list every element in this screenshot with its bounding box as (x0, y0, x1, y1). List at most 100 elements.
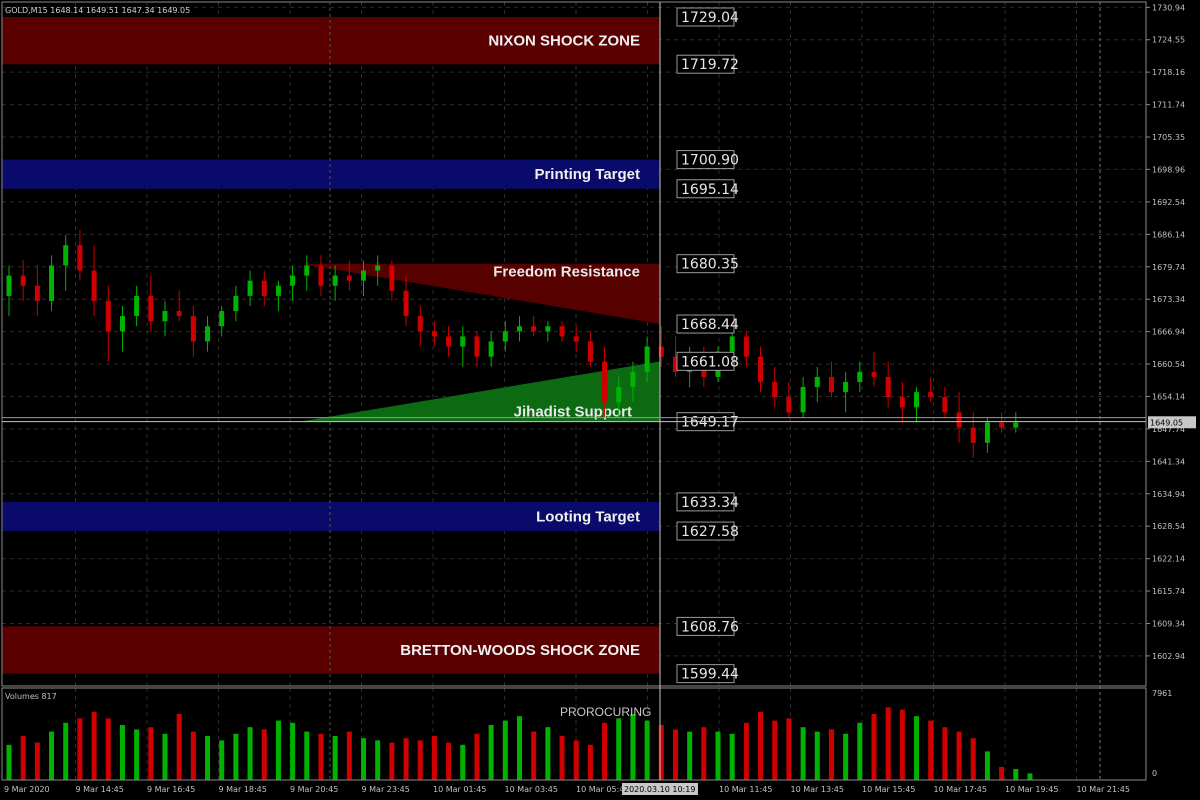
volume-bar (346, 731, 352, 780)
volume-bar (176, 714, 182, 780)
price-tick-label: 1615.74 (1152, 587, 1185, 596)
price-tick-label: 1654.14 (1152, 392, 1185, 401)
volume-bar (49, 731, 55, 780)
volume-bar (800, 727, 806, 780)
candle-body (6, 275, 12, 296)
candle-body (389, 265, 395, 291)
zone-label: Printing Target (534, 166, 640, 183)
symbol-info: GOLD,M15 1648.14 1649.51 1647.34 1649.05 (5, 6, 190, 15)
candle-body (1013, 422, 1019, 428)
candle-body (20, 275, 26, 286)
candle-body (729, 336, 735, 352)
volume-bar (460, 744, 466, 780)
volume-axis-min: 0 (1152, 769, 1157, 778)
volume-bar (545, 727, 551, 780)
volume-bar (1027, 773, 1033, 780)
volume-bar (205, 736, 211, 780)
price-tick-label: 1602.94 (1152, 652, 1185, 661)
price-level-label: 1633.34 (681, 495, 739, 511)
price-level-label: 1729.04 (681, 10, 739, 26)
candle-body (984, 422, 990, 443)
time-axis-label: 10 Mar 01:45 (433, 785, 486, 794)
price-tick-label: 1730.94 (1152, 3, 1185, 12)
candle-body (914, 392, 920, 408)
volume-bar (304, 731, 310, 780)
price-level-label: 1719.72 (681, 57, 739, 73)
candle-body (119, 316, 125, 332)
candle-body (304, 265, 310, 276)
time-axis-label: 9 Mar 20:45 (290, 785, 338, 794)
price-tick-label: 1673.34 (1152, 295, 1185, 304)
time-axis-label: 10 Mar 03:45 (505, 785, 558, 794)
price-tick-label: 1692.54 (1152, 198, 1185, 207)
candle-body (602, 361, 608, 403)
volume-bar (375, 740, 381, 780)
volume-bar (91, 711, 97, 780)
volume-bar (616, 718, 622, 780)
candle-body (361, 270, 366, 281)
candle-body (148, 295, 154, 322)
candle-body (956, 412, 962, 428)
volume-bar (63, 722, 69, 780)
zone-label: NIXON SHOCK ZONE (488, 33, 640, 50)
candle-body (247, 280, 253, 296)
volume-bar (389, 742, 395, 780)
price-tick-label: 1628.54 (1152, 522, 1185, 531)
candle-body (644, 346, 650, 372)
candle-body (502, 331, 508, 342)
volume-bar (956, 731, 962, 780)
candle-body (332, 275, 338, 286)
candle-body (786, 397, 792, 413)
volume-bar (105, 718, 111, 780)
price-level-label: 1695.14 (681, 182, 739, 198)
zone-label: Looting Target (536, 508, 640, 525)
price-level-label: 1661.08 (681, 354, 739, 370)
price-tick-label: 1711.74 (1152, 101, 1185, 110)
price-tick-label: 1641.34 (1152, 457, 1185, 466)
volume-bar (715, 731, 721, 780)
candle-body (105, 300, 111, 332)
volume-bar (984, 751, 990, 780)
volume-bar (687, 731, 693, 780)
volume-bar (318, 733, 324, 780)
candle-body (134, 295, 140, 317)
volume-bar (701, 727, 707, 780)
volume-bar (77, 718, 83, 780)
price-level-label: 1668.44 (681, 317, 739, 333)
time-axis-label: 9 Mar 23:45 (362, 785, 410, 794)
candle-body (474, 336, 480, 357)
candle-body (999, 422, 1005, 428)
volume-bar (502, 720, 508, 780)
volume-bar (559, 736, 565, 780)
volume-indicator-title: Volumes 817 (5, 692, 57, 701)
volume-bar (403, 738, 409, 780)
price-level-label: 1680.35 (681, 257, 739, 273)
volume-bar (431, 736, 437, 780)
candle-body (942, 397, 948, 413)
candle-body (928, 392, 934, 398)
price-level-label: 1599.44 (681, 667, 739, 683)
volume-bar (34, 742, 40, 780)
time-axis-label: 9 Mar 18:45 (219, 785, 267, 794)
candle-body (516, 326, 522, 332)
time-axis-label: 10 Mar 15:45 (862, 785, 915, 794)
candle-body (34, 285, 40, 301)
volume-bar (999, 766, 1005, 780)
volume-bar (772, 720, 778, 780)
volume-bar (602, 722, 608, 780)
volume-bar (190, 731, 196, 780)
volume-bar (6, 744, 12, 780)
time-axis-label: 10 Mar 21:45 (1077, 785, 1130, 794)
price-tick-label: 1686.14 (1152, 230, 1185, 239)
volume-bar (828, 729, 834, 780)
price-level-label: 1700.90 (681, 153, 739, 169)
candle-body (772, 382, 778, 398)
candle-body (743, 336, 749, 357)
price-tick-label: 1718.16 (1152, 68, 1185, 77)
candle-body (814, 376, 820, 388)
volume-bar (928, 720, 934, 780)
volume-bar (644, 720, 650, 780)
price-tick-label: 1705.35 (1152, 133, 1185, 142)
price-tick-label: 1679.74 (1152, 263, 1185, 272)
volume-bar (786, 718, 792, 780)
